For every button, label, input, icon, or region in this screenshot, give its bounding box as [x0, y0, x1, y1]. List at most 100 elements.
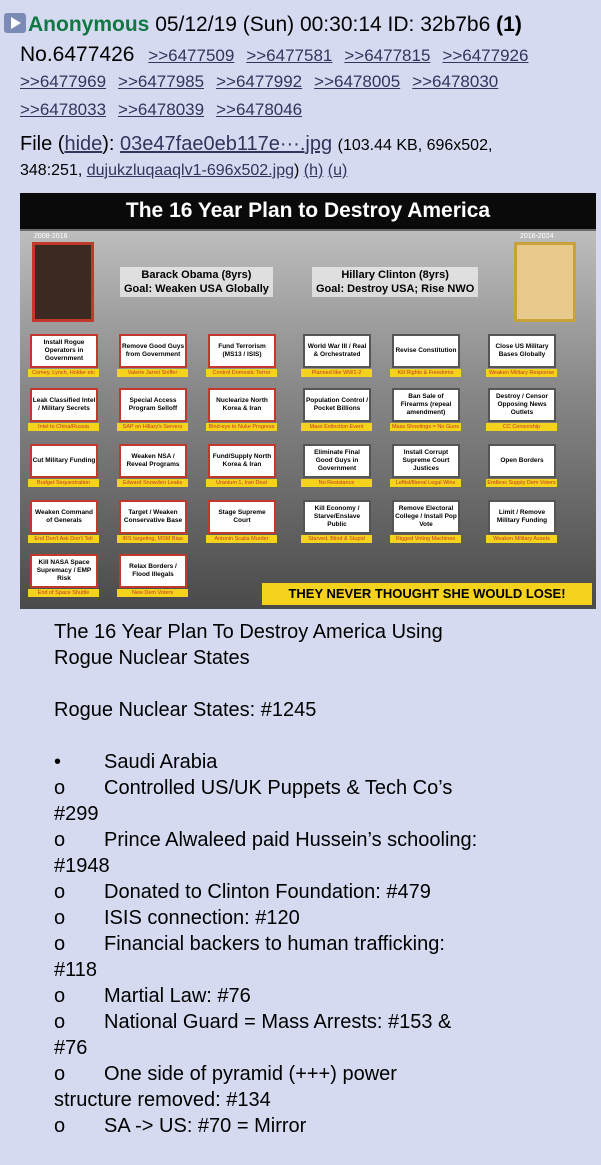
plan-tag: Kill Rights & Freedoms — [390, 369, 461, 377]
u-link[interactable]: (u) — [328, 162, 348, 179]
plan-box: Ban Sale of Firearms (repeal amendment) — [392, 388, 460, 422]
reply-link[interactable]: >>6477926 — [442, 46, 528, 65]
plan-box: Eliminate Final Good Guys in Government — [303, 444, 371, 478]
plan-box: Kill Economy / Starve/Enslave Public — [303, 500, 371, 534]
post-datetime: 05/12/19 (Sun) 00:30:14 — [155, 13, 382, 36]
plan-box: Limit / Remove Military Funding — [488, 500, 556, 534]
plan-tag: Valerie Jarret Sniffer — [117, 369, 188, 377]
plan-tag: IRS targeting, MSM Bias — [117, 535, 188, 543]
reply-links-row-1: >>6477509 >>6477581 >>6477815 >>6477926 — [148, 46, 540, 65]
plan-tag: Mass Shootings = No Guns — [390, 423, 461, 431]
plan-tag: End of Space Shuttle — [28, 589, 99, 597]
plan-tag: No Resistance — [301, 479, 372, 487]
plan-tag: Endless Supply Dem Voters — [486, 479, 557, 487]
plan-box: Leak Classified Intel / Military Secrets — [30, 388, 98, 422]
item-text-cont: #118 — [54, 959, 98, 981]
file-name-link[interactable]: 03e47fae0eb117e···.jpg — [120, 133, 332, 155]
poster-name: Anonymous — [28, 13, 150, 36]
item-text: Prince Alwaleed paid Hussein’s schooling… — [104, 829, 478, 851]
clinton-goal-text: Goal: Destroy USA; Rise NWO — [316, 283, 475, 295]
plan-box: Open Borders — [488, 444, 556, 478]
item-marker: o — [54, 777, 66, 799]
plan-tag: End Don't Ask Don't Tell — [28, 535, 99, 543]
reply-link[interactable]: >>6478039 — [118, 100, 204, 119]
text-heading-1: The 16 Year Plan To Destroy America Usin… — [54, 621, 443, 643]
plan-box: Special Access Program Selloff — [119, 388, 187, 422]
item-marker: o — [54, 933, 66, 955]
plan-box: Relax Borders / Flood Illegals — [119, 554, 187, 588]
file-info-2: 348:251, dujukzluqaaqlv1-696x502.jpg) (h… — [20, 162, 348, 179]
item-text-cont: #1948 — [54, 855, 110, 877]
plan-box: Close US Military Bases Globally — [488, 334, 556, 368]
plan-box: Fund/Supply North Korea & Iran — [208, 444, 276, 478]
plan-tag: Antonin Scalia Murder — [206, 535, 277, 543]
h-link[interactable]: (h) — [304, 162, 324, 179]
post-number[interactable]: No.6477426 — [20, 43, 134, 66]
item-text: One side of pyramid (+++) power — [104, 1063, 397, 1085]
reply-link[interactable]: >>6478033 — [20, 100, 106, 119]
rogue-states-line: Rogue Nuclear States: #1245 — [54, 699, 317, 721]
plan-box: Nuclearize North Korea & Iran — [208, 388, 276, 422]
item-marker: o — [54, 1115, 66, 1137]
file-label: File — [20, 133, 53, 155]
obama-goal: Barack Obama (8yrs) Goal: Weaken USA Glo… — [120, 267, 273, 297]
reply-link[interactable]: >>6477985 — [118, 72, 204, 91]
clinton-portrait — [514, 242, 576, 322]
plan-tag: Control Domestic Terror — [206, 369, 277, 377]
plan-box: Weaken Command of Generals — [30, 500, 98, 534]
plan-tag: Edward Snowden Leaks — [117, 479, 188, 487]
item-text: Donated to Clinton Foundation: #479 — [104, 881, 431, 903]
reply-link[interactable]: >>6477509 — [148, 46, 234, 65]
obama-name: Barack Obama (8yrs) — [141, 269, 252, 281]
post-number-row: No.6477426 >>6477509 >>6477581 >>6477815 >>… — [20, 42, 540, 69]
reply-links-row-3: >>6478033 >>6478039 >>6478046 — [20, 100, 314, 120]
text-heading-2: Rogue Nuclear States — [54, 647, 250, 669]
reply-links-row-2: >>6477969 >>6477985 >>6477992 >>6478005 >>64… — [20, 72, 510, 92]
plan-tag: Bind-eye to Nuke Progress — [206, 423, 277, 431]
plan-box: Population Control / Pocket Billions — [303, 388, 371, 422]
plan-tag: Uranium 1, Iran Deal — [206, 479, 277, 487]
reply-link[interactable]: >>6477969 — [20, 72, 106, 91]
clinton-name: Hillary Clinton (8yrs) — [341, 269, 449, 281]
plan-tag: New Dem Voters — [117, 589, 188, 597]
plan-tag: Mass Extinction Event — [301, 423, 372, 431]
plan-box: Weaken NSA / Reveal Programs — [119, 444, 187, 478]
item-marker: o — [54, 985, 66, 1007]
hide-link[interactable]: hide — [64, 133, 102, 155]
obama-portrait — [32, 242, 94, 322]
bullet: • — [54, 751, 62, 773]
image-title: The 16 Year Plan to Destroy America — [20, 193, 596, 229]
clinton-goal: Hillary Clinton (8yrs) Goal: Destroy USA… — [312, 267, 479, 297]
poster-id[interactable]: ID: 32b7b6 — [388, 13, 491, 36]
post-image[interactable]: The 16 Year Plan to Destroy America 2008… — [20, 193, 596, 609]
item-text: ISIS connection: #120 — [104, 907, 300, 929]
item-marker: o — [54, 1063, 66, 1085]
reply-link[interactable]: >>6477992 — [216, 72, 302, 91]
image-banner: THEY NEVER THOUGHT SHE WOULD LOSE! — [262, 583, 592, 605]
original-file-name[interactable]: dujukzluqaaqlv1-696x502.jpg — [87, 162, 294, 179]
reply-link[interactable]: >>6477581 — [246, 46, 332, 65]
post-menu-arrow-icon[interactable] — [4, 13, 26, 33]
post-header: Anonymous 05/12/19 (Sun) 00:30:14 ID: 32… — [4, 12, 522, 38]
file-ratio: 348:251, — [20, 162, 83, 179]
post: Anonymous 05/12/19 (Sun) 00:30:14 ID: 32… — [0, 0, 601, 1165]
item-text: Martial Law: #76 — [104, 985, 251, 1007]
plan-box: Install Rogue Operators in Government — [30, 334, 98, 368]
reply-link[interactable]: >>6478005 — [314, 72, 400, 91]
item-text: Controlled US/UK Puppets & Tech Co’s — [104, 777, 453, 799]
plan-box: Destroy / Censor Opposing News Outlets — [488, 388, 556, 422]
plan-tag: Weaken Military Assets — [486, 535, 557, 543]
plan-tag: Intel to China/Russia — [28, 423, 99, 431]
reply-link[interactable]: >>6478030 — [412, 72, 498, 91]
item-marker: o — [54, 829, 66, 851]
plan-box: Target / Weaken Conservative Base — [119, 500, 187, 534]
obama-goal-text: Goal: Weaken USA Globally — [124, 283, 269, 295]
reply-link[interactable]: >>6477815 — [344, 46, 430, 65]
reply-link[interactable]: >>6478046 — [216, 100, 302, 119]
file-info: File (hide): 03e47fae0eb117e···.jpg (103… — [20, 133, 493, 155]
item-text: National Guard = Mass Arrests: #153 & — [104, 1011, 452, 1033]
country: Saudi Arabia — [104, 751, 218, 773]
plan-box: World War III / Real & Orchestrated — [303, 334, 371, 368]
file-meta: (103.44 KB, 696x502, — [337, 137, 493, 154]
item-text-cont: #76 — [54, 1037, 88, 1059]
